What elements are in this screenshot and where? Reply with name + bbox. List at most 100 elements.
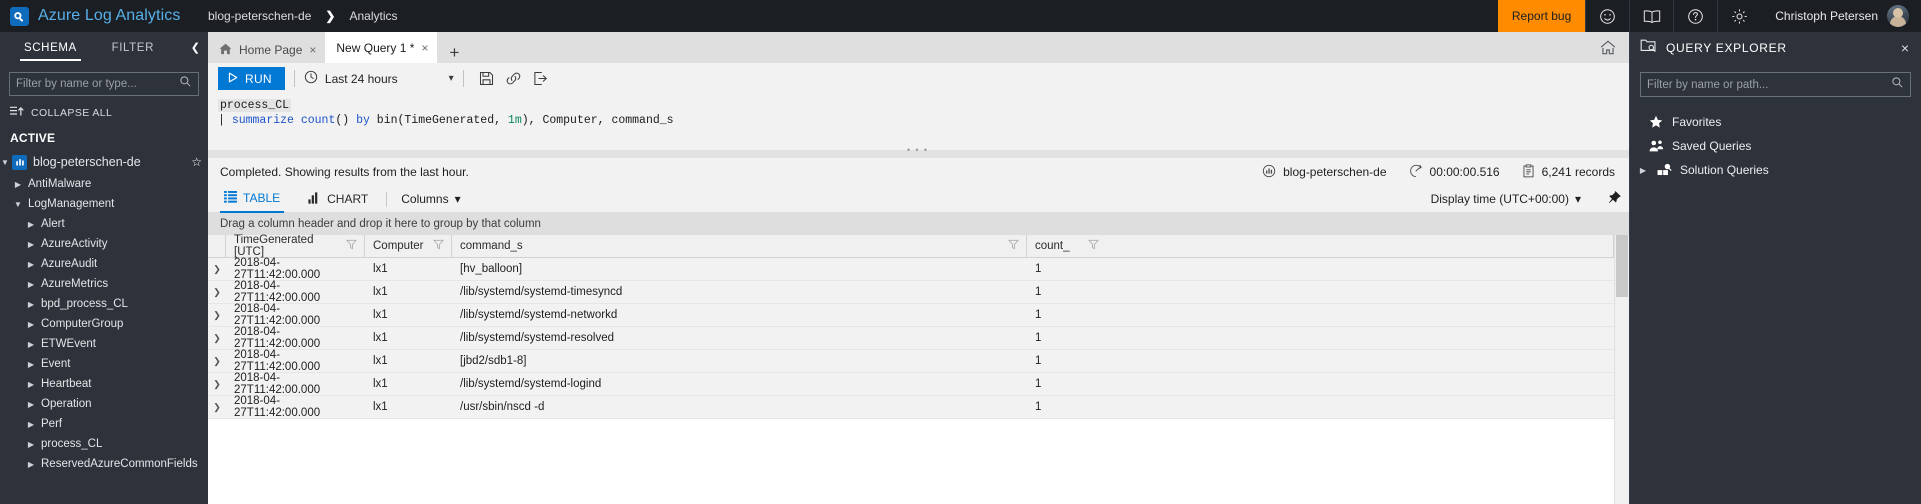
schema-node-azuremetrics[interactable]: ▶ AzureMetrics bbox=[0, 274, 208, 294]
tab-home-page[interactable]: Home Page × bbox=[208, 37, 325, 63]
chevron-right-icon[interactable]: ▶ bbox=[26, 260, 36, 269]
time-range-picker[interactable]: Last 24 hours ▾ bbox=[304, 70, 454, 87]
table-row[interactable]: ❯ 2018-04-27T11:42:00.000 lx1 [hv_balloon] 1 bbox=[208, 257, 1614, 281]
schema-node-computergroup[interactable]: ▶ ComputerGroup bbox=[0, 314, 208, 334]
smiley-icon[interactable] bbox=[1585, 0, 1629, 32]
chevron-right-icon[interactable]: ▶ bbox=[26, 360, 36, 369]
chevron-right-icon[interactable]: ❯ bbox=[208, 304, 226, 327]
avatar[interactable] bbox=[1887, 5, 1909, 27]
search-icon[interactable] bbox=[1891, 76, 1904, 94]
export-icon[interactable] bbox=[527, 67, 554, 90]
tab-table[interactable]: TABLE bbox=[220, 186, 285, 213]
schema-node-operation[interactable]: ▶ Operation bbox=[0, 394, 208, 414]
scrollbar-thumb[interactable] bbox=[1616, 235, 1628, 297]
table-row[interactable]: ❯ 2018-04-27T11:42:00.000 lx1/lib/systemd/… bbox=[208, 280, 1614, 304]
close-icon[interactable]: × bbox=[421, 41, 428, 55]
table-row[interactable]: ❯ 2018-04-27T11:42:00.000 lx1/usr/sbin/nsc… bbox=[208, 395, 1614, 419]
book-icon[interactable] bbox=[1629, 0, 1673, 32]
chevron-right-icon[interactable]: ▶ bbox=[26, 440, 36, 449]
chevron-right-icon[interactable]: ▶ bbox=[26, 280, 36, 289]
funnel-icon[interactable] bbox=[432, 239, 445, 253]
chevron-right-icon[interactable]: ❯ bbox=[208, 373, 226, 396]
breadcrumb-item-workspace[interactable]: blog-peterschen-de bbox=[208, 9, 311, 23]
chevron-right-icon[interactable]: ▶ bbox=[13, 180, 23, 189]
breadcrumb-item-analytics[interactable]: Analytics bbox=[349, 9, 397, 23]
home-button[interactable] bbox=[1587, 32, 1629, 63]
table-row[interactable]: ❯ 2018-04-27T11:42:00.000 lx1 [jbd2/sdb1-8]… bbox=[208, 349, 1614, 373]
tab-new-query-1[interactable]: New Query 1 * × bbox=[325, 32, 438, 63]
tab-filter[interactable]: FILTER bbox=[106, 42, 160, 54]
chevron-right-icon[interactable]: ▶ bbox=[26, 320, 36, 329]
funnel-icon[interactable] bbox=[1007, 239, 1020, 253]
funnel-icon[interactable] bbox=[345, 239, 358, 253]
grid-header-count[interactable]: count_ bbox=[1027, 234, 1614, 258]
chevron-right-icon[interactable]: ❯ bbox=[208, 281, 226, 304]
schema-node-heartbeat[interactable]: ▶ Heartbeat bbox=[0, 374, 208, 394]
link-icon[interactable] bbox=[500, 67, 527, 90]
table-row[interactable]: ❯ 2018-04-27T11:42:00.000 lx1/lib/systemd/… bbox=[208, 303, 1614, 327]
schema-node-perf[interactable]: ▶ Perf bbox=[0, 414, 208, 434]
grid-header-timegenerated[interactable]: TimeGenerated [UTC] bbox=[226, 234, 365, 258]
schema-filter-box[interactable] bbox=[9, 72, 199, 96]
chevron-left-icon[interactable]: ❮ bbox=[183, 41, 208, 54]
tab-chart[interactable]: CHART bbox=[304, 186, 372, 213]
chevron-down-icon[interactable]: ▼ bbox=[0, 158, 10, 167]
report-bug-button[interactable]: Report bug bbox=[1497, 0, 1586, 32]
user-menu[interactable]: Christoph Petersen bbox=[1761, 5, 1921, 27]
help-icon[interactable] bbox=[1673, 0, 1717, 32]
display-time-selector[interactable]: Display time (UTC+00:00) ▾ bbox=[1431, 192, 1581, 206]
plus-icon[interactable]: + bbox=[437, 44, 471, 63]
editor-resize-grip[interactable]: ••• bbox=[906, 146, 931, 156]
schema-node-bpd_process_cl[interactable]: ▶ bpd_process_CL bbox=[0, 294, 208, 314]
schema-node-antimalware[interactable]: ▶ AntiMalware bbox=[0, 174, 208, 194]
chevron-down-icon[interactable]: ▼ bbox=[13, 200, 23, 209]
query-explorer-filter-box[interactable] bbox=[1640, 72, 1911, 97]
grid-header-command-s[interactable]: command_s bbox=[452, 234, 1027, 258]
query-editor[interactable]: process_CL | summarize count () by bin(T… bbox=[208, 94, 1629, 156]
chevron-right-icon[interactable]: ❯ bbox=[208, 327, 226, 350]
schema-node-reservedazurecommonfields[interactable]: ▶ ReservedAzureCommonFields bbox=[0, 454, 208, 474]
chevron-right-icon[interactable]: ▶ bbox=[26, 380, 36, 389]
funnel-icon[interactable] bbox=[1087, 239, 1099, 253]
chevron-right-icon[interactable]: ❯ bbox=[208, 350, 226, 373]
schema-node-azureactivity[interactable]: ▶ AzureActivity bbox=[0, 234, 208, 254]
chevron-right-icon[interactable]: ▶ bbox=[26, 240, 36, 249]
pin-icon[interactable] bbox=[1607, 190, 1621, 209]
search-icon[interactable] bbox=[179, 75, 192, 93]
schema-node-event[interactable]: ▶ Event bbox=[0, 354, 208, 374]
chevron-right-icon[interactable]: ▶ bbox=[26, 340, 36, 349]
query-explorer-item-favorites[interactable]: Favorites bbox=[1630, 110, 1921, 134]
results-vertical-scrollbar[interactable] bbox=[1614, 235, 1629, 504]
group-by-dropzone[interactable]: Drag a column header and drop it here to… bbox=[208, 213, 1629, 235]
schema-node-azureaudit[interactable]: ▶ AzureAudit bbox=[0, 254, 208, 274]
gear-icon[interactable] bbox=[1717, 0, 1761, 32]
star-icon[interactable]: ☆ bbox=[191, 155, 202, 169]
schema-node-logmanagement[interactable]: ▼ LogManagement bbox=[0, 194, 208, 214]
chevron-right-icon[interactable]: ▶ bbox=[26, 300, 36, 309]
schema-node-alert[interactable]: ▶ Alert bbox=[0, 214, 208, 234]
close-icon[interactable]: × bbox=[1897, 40, 1913, 56]
table-row[interactable]: ❯ 2018-04-27T11:42:00.000 lx1/lib/systemd/… bbox=[208, 372, 1614, 396]
chevron-down-icon[interactable]: ▾ bbox=[449, 73, 454, 84]
chevron-right-icon[interactable]: ❯ bbox=[208, 258, 226, 281]
chevron-right-icon[interactable]: ▶ bbox=[1638, 166, 1648, 175]
collapse-all-button[interactable]: COLLAPSE ALL bbox=[0, 96, 208, 120]
chevron-right-icon[interactable]: ▶ bbox=[26, 420, 36, 429]
columns-button[interactable]: Columns ▾ bbox=[401, 192, 460, 206]
query-explorer-item-saved-queries[interactable]: Saved Queries bbox=[1630, 134, 1921, 158]
schema-node-etwevent[interactable]: ▶ ETWEvent bbox=[0, 334, 208, 354]
chevron-right-icon[interactable]: ▶ bbox=[26, 400, 36, 409]
query-explorer-filter-input[interactable] bbox=[1647, 78, 1891, 91]
save-icon[interactable] bbox=[473, 67, 500, 90]
chevron-right-icon[interactable]: ▶ bbox=[26, 220, 36, 229]
tab-schema[interactable]: SCHEMA bbox=[18, 42, 83, 61]
schema-filter-input[interactable] bbox=[16, 78, 179, 90]
chevron-right-icon[interactable]: ▶ bbox=[26, 460, 36, 469]
query-explorer-item-solution-queries[interactable]: ▶ Solution Queries bbox=[1630, 158, 1921, 182]
grid-header-computer[interactable]: Computer bbox=[365, 234, 452, 258]
close-icon[interactable]: × bbox=[309, 43, 316, 57]
chevron-right-icon[interactable]: ❯ bbox=[208, 396, 226, 419]
run-button[interactable]: RUN bbox=[218, 67, 285, 90]
schema-workspace-row[interactable]: ▼ blog-peterschen-de ☆ bbox=[0, 150, 208, 174]
table-row[interactable]: ❯ 2018-04-27T11:42:00.000 lx1/lib/systemd/… bbox=[208, 326, 1614, 350]
